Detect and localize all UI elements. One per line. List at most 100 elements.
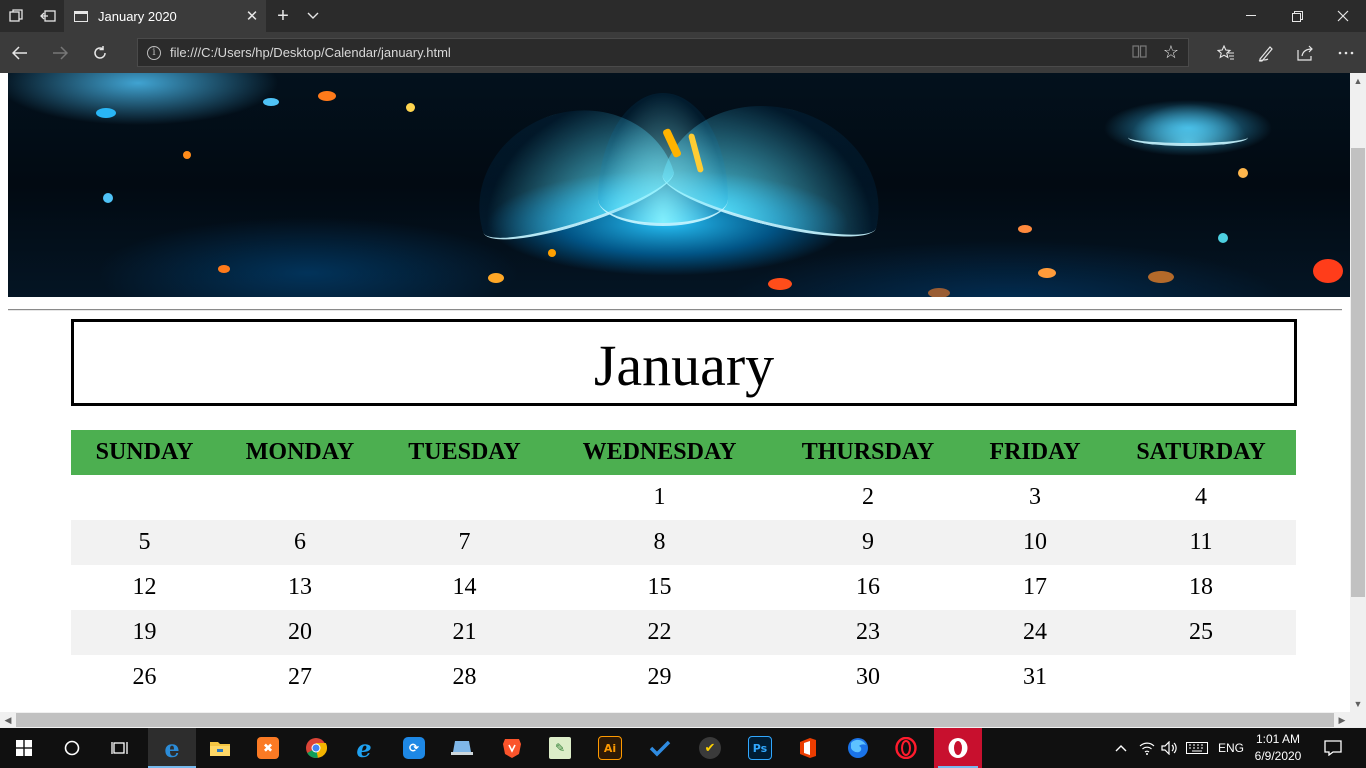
week-row: 19 20 21 22 23 24 25 xyxy=(71,610,1296,655)
page-viewport: January SUNDAY MONDAY TUESDAY WEDNESDAY … xyxy=(0,73,1350,712)
day-cell: 3 xyxy=(964,475,1106,520)
day-cell: 8 xyxy=(547,520,772,565)
day-cell: 25 xyxy=(1106,610,1296,655)
language-indicator[interactable]: ENG xyxy=(1214,728,1248,768)
taskbar: e ✖ e ⟳ ✎ Ai ✔ Ps ENG 1:01 AM 6/9/2020 xyxy=(0,728,1366,768)
weekday-header: FRIDAY xyxy=(964,430,1106,475)
scroll-left-icon[interactable]: ◀ xyxy=(0,712,16,728)
browser-nav-bar: i file:///C:/Users/hp/Desktop/Calendar/j… xyxy=(0,32,1366,73)
scroll-up-icon[interactable]: ▲ xyxy=(1350,73,1366,89)
notepad-plus-icon[interactable]: ✎ xyxy=(536,728,584,768)
firefox-icon[interactable] xyxy=(834,728,882,768)
sync-icon[interactable]: ⟳ xyxy=(390,728,438,768)
day-cell: 24 xyxy=(964,610,1106,655)
address-url[interactable]: file:///C:/Users/hp/Desktop/Calendar/jan… xyxy=(170,45,1124,60)
day-cell: 5 xyxy=(71,520,218,565)
page-icon xyxy=(74,10,88,22)
clock-time: 1:01 AM xyxy=(1255,732,1301,746)
scroll-right-icon[interactable]: ▶ xyxy=(1334,712,1350,728)
back-arrow-icon[interactable] xyxy=(0,32,40,73)
banner-image xyxy=(8,73,1350,297)
task-view-icon[interactable] xyxy=(96,728,144,768)
opera-gx-icon[interactable] xyxy=(934,728,982,768)
tabs-aside-icon[interactable] xyxy=(2,0,30,32)
forward-arrow-icon[interactable] xyxy=(40,32,80,73)
day-cell: 7 xyxy=(382,520,547,565)
internet-explorer-icon[interactable]: e xyxy=(340,728,388,768)
weekday-header: SATURDAY xyxy=(1106,430,1296,475)
day-cell: 26 xyxy=(71,655,218,700)
day-cell: 1 xyxy=(547,475,772,520)
office-icon[interactable] xyxy=(784,728,832,768)
more-menu-icon[interactable] xyxy=(1326,32,1366,73)
new-tab-icon[interactable]: + xyxy=(270,0,296,32)
scroll-down-icon[interactable]: ▼ xyxy=(1350,696,1366,712)
clock[interactable]: 1:01 AM 6/9/2020 xyxy=(1248,731,1308,765)
week-row: 12 13 14 15 16 17 18 xyxy=(71,565,1296,610)
favorite-star-icon[interactable]: ☆ xyxy=(1154,42,1188,63)
month-title-box: January xyxy=(71,319,1297,406)
set-tabs-aside-icon[interactable] xyxy=(34,0,62,32)
notification-icon[interactable] xyxy=(1318,728,1348,768)
reading-view-icon[interactable] xyxy=(1124,44,1154,61)
vertical-scroll-thumb[interactable] xyxy=(1351,148,1365,597)
photoshop-icon[interactable]: Ps xyxy=(736,728,784,768)
info-icon[interactable]: i xyxy=(147,45,161,60)
day-cell: 23 xyxy=(772,610,964,655)
brave-icon[interactable] xyxy=(488,728,536,768)
weekday-header: SUNDAY xyxy=(71,430,218,475)
windows-start-icon[interactable] xyxy=(0,728,48,768)
illustrator-icon[interactable]: Ai xyxy=(586,728,634,768)
chrome-icon[interactable] xyxy=(292,728,340,768)
day-cell xyxy=(218,475,382,520)
minimize-icon[interactable] xyxy=(1228,0,1274,32)
day-cell xyxy=(1106,655,1296,700)
day-cell: 9 xyxy=(772,520,964,565)
day-cell: 21 xyxy=(382,610,547,655)
file-explorer-icon[interactable] xyxy=(196,728,244,768)
opera-icon[interactable] xyxy=(882,728,930,768)
week-row: 26 27 28 29 30 31 xyxy=(71,655,1296,700)
day-cell: 14 xyxy=(382,565,547,610)
day-cell xyxy=(71,475,218,520)
chevron-up-icon[interactable] xyxy=(1110,728,1132,768)
day-cell: 29 xyxy=(547,655,772,700)
close-window-icon[interactable] xyxy=(1320,0,1366,32)
day-cell: 31 xyxy=(964,655,1106,700)
day-cell: 15 xyxy=(547,565,772,610)
day-cell: 19 xyxy=(71,610,218,655)
norton-icon[interactable]: ✔ xyxy=(686,728,734,768)
day-cell: 30 xyxy=(772,655,964,700)
edge-icon[interactable]: e xyxy=(148,728,196,768)
share-icon[interactable] xyxy=(1286,32,1326,73)
day-cell: 27 xyxy=(218,655,382,700)
xampp-icon[interactable]: ✖ xyxy=(244,728,292,768)
clock-date: 6/9/2020 xyxy=(1254,749,1302,763)
vertical-scrollbar[interactable]: ▲ ▼ xyxy=(1350,73,1366,712)
close-tab-icon[interactable]: ✕ xyxy=(238,7,266,25)
pen-icon[interactable] xyxy=(1246,32,1286,73)
chevron-down-icon[interactable] xyxy=(300,0,326,32)
laptop-icon[interactable] xyxy=(438,728,486,768)
day-cell: 12 xyxy=(71,565,218,610)
browser-tab-active[interactable]: January 2020 ✕ xyxy=(64,0,266,32)
day-cell: 20 xyxy=(218,610,382,655)
week-row: 1 2 3 4 xyxy=(71,475,1296,520)
week-row: 5 6 7 8 9 10 11 xyxy=(71,520,1296,565)
horizontal-scroll-thumb[interactable] xyxy=(16,713,1334,727)
weekday-header: MONDAY xyxy=(218,430,382,475)
calendar-table: SUNDAY MONDAY TUESDAY WEDNESDAY THURSDAY… xyxy=(71,430,1296,700)
horizontal-scrollbar[interactable]: ◀ ▶ xyxy=(0,712,1350,728)
favorites-list-icon[interactable] xyxy=(1206,32,1246,73)
keyboard-icon[interactable] xyxy=(1182,728,1212,768)
month-title: January xyxy=(593,332,775,398)
search-circle-icon[interactable] xyxy=(48,728,96,768)
horizontal-rule xyxy=(8,309,1342,311)
volume-icon[interactable] xyxy=(1158,728,1180,768)
refresh-icon[interactable] xyxy=(80,32,120,73)
address-bar[interactable]: i file:///C:/Users/hp/Desktop/Calendar/j… xyxy=(137,38,1189,67)
tab-title: January 2020 xyxy=(98,8,177,24)
wifi-icon[interactable] xyxy=(1136,728,1158,768)
todo-icon[interactable] xyxy=(636,728,684,768)
restore-icon[interactable] xyxy=(1274,0,1320,32)
